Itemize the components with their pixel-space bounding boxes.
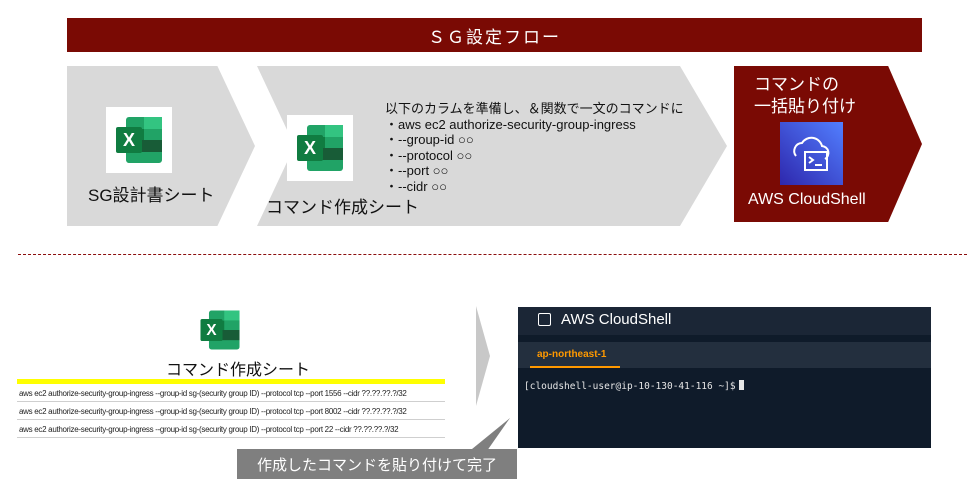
step3-title-line1: コマンドの — [754, 75, 839, 94]
flow-arrow — [476, 306, 490, 406]
svg-text:X: X — [123, 130, 135, 150]
terminal-prompt[interactable]: [cloudshell-user@ip-10-130-41-116 ~]$ — [524, 380, 744, 392]
excel-icon: X — [106, 107, 172, 173]
step3-label: AWS CloudShell — [748, 191, 866, 208]
table-row: aws ec2 authorize-security-group-ingress… — [17, 421, 445, 438]
instruction-line: ・--port ○○ — [385, 163, 449, 178]
cloudshell-icon — [780, 122, 843, 185]
instruction-line: ・--protocol ○○ — [385, 147, 473, 163]
terminal-icon — [538, 313, 551, 326]
column-highlight — [17, 379, 445, 384]
instruction-line: ・aws ec2 authorize-security-group-ingres… — [385, 116, 636, 132]
instruction-line: ・--group-id ○○ — [385, 132, 474, 147]
title-banner: ＳＧ設定フロー — [67, 18, 922, 52]
step3-title: コマンドの 一括貼り付け — [754, 74, 856, 118]
excel-icon: X — [287, 115, 353, 181]
completion-callout: 作成したコマンドを貼り付けて完了 — [237, 449, 517, 479]
instruction-line: ・--cidr ○○ — [385, 178, 447, 194]
column-instructions: 以下のカラムを準備し、＆関数で一文のコマンドに ・aws ec2 authori… — [385, 101, 684, 194]
terminal-title: AWS CloudShell — [561, 311, 672, 328]
table-row: aws ec2 authorize-security-group-ingress… — [17, 385, 445, 402]
step3-title-line2: 一括貼り付け — [754, 97, 856, 116]
step1-label: SG設計書シート — [88, 186, 215, 205]
excel-icon: X — [192, 302, 248, 358]
tab-label: ap-northeast-1 — [537, 349, 607, 360]
prompt-text: [cloudshell-user@ip-10-130-41-116 ~]$ — [524, 381, 736, 392]
flow-title: ＳＧ設定フロー — [428, 27, 561, 47]
instruction-line: 以下のカラムを準備し、＆関数で一文のコマンドに — [385, 101, 684, 116]
section-divider — [18, 254, 967, 255]
command-sheet-label: コマンド作成シート — [166, 362, 311, 379]
callout-text: 作成したコマンドを貼り付けて完了 — [256, 456, 497, 474]
cursor-icon — [738, 380, 744, 390]
svg-text:X: X — [304, 138, 316, 158]
step2-label: コマンド作成シート — [266, 198, 419, 217]
table-row: aws ec2 authorize-security-group-ingress… — [17, 403, 445, 420]
svg-text:X: X — [206, 322, 217, 339]
